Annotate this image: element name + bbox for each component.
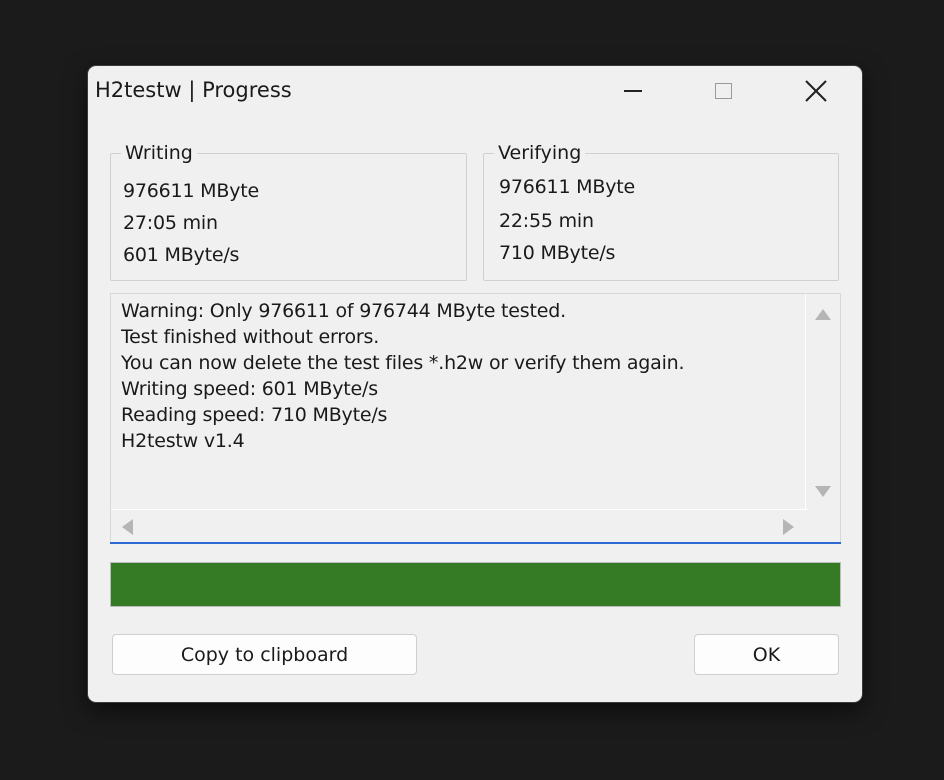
minimize-icon xyxy=(624,90,642,92)
log-lines: Warning: Only 976611 of 976744 MByte tes… xyxy=(121,298,801,508)
close-icon xyxy=(805,80,827,102)
log-line: Writing speed: 601 MByte/s xyxy=(121,378,378,400)
progress-window: H2testw | Progress Writing 976611 MByte … xyxy=(88,66,862,702)
maximize-icon xyxy=(714,83,732,99)
log-line: You can now delete the test files *.h2w … xyxy=(121,352,685,374)
verifying-label: Verifying xyxy=(498,142,582,164)
maximize-button[interactable] xyxy=(700,66,746,116)
writing-speed: 601 MByte/s xyxy=(123,244,240,266)
vertical-scrollbar[interactable] xyxy=(805,294,840,510)
ok-button[interactable]: OK xyxy=(694,634,839,675)
writing-time: 27:05 min xyxy=(123,212,218,234)
scroll-up-icon[interactable] xyxy=(815,309,831,320)
title-bar[interactable]: H2testw | Progress xyxy=(88,66,862,118)
copy-to-clipboard-button[interactable]: Copy to clipboard xyxy=(112,634,417,675)
log-line: Reading speed: 710 MByte/s xyxy=(121,404,388,426)
scroll-down-icon[interactable] xyxy=(815,486,831,497)
verifying-time: 22:55 min xyxy=(499,210,594,232)
window-title: H2testw | Progress xyxy=(95,78,292,102)
scroll-left-icon[interactable] xyxy=(122,519,133,535)
horizontal-scrollbar[interactable] xyxy=(111,509,808,542)
progress-bar xyxy=(110,562,841,607)
log-line: Warning: Only 976611 of 976744 MByte tes… xyxy=(121,300,566,322)
writing-label: Writing xyxy=(125,142,193,164)
log-line: H2testw v1.4 xyxy=(121,430,245,452)
close-button[interactable] xyxy=(793,66,839,116)
progress-bar-fill xyxy=(111,563,840,606)
verifying-speed: 710 MByte/s xyxy=(499,242,616,264)
focus-divider xyxy=(110,542,841,544)
minimize-button[interactable] xyxy=(610,66,656,116)
verifying-size: 976611 MByte xyxy=(499,176,635,198)
scroll-right-icon[interactable] xyxy=(783,519,794,535)
log-line: Test finished without errors. xyxy=(121,326,380,348)
writing-size: 976611 MByte xyxy=(123,180,259,202)
log-textarea[interactable]: Warning: Only 976611 of 976744 MByte tes… xyxy=(110,293,841,543)
